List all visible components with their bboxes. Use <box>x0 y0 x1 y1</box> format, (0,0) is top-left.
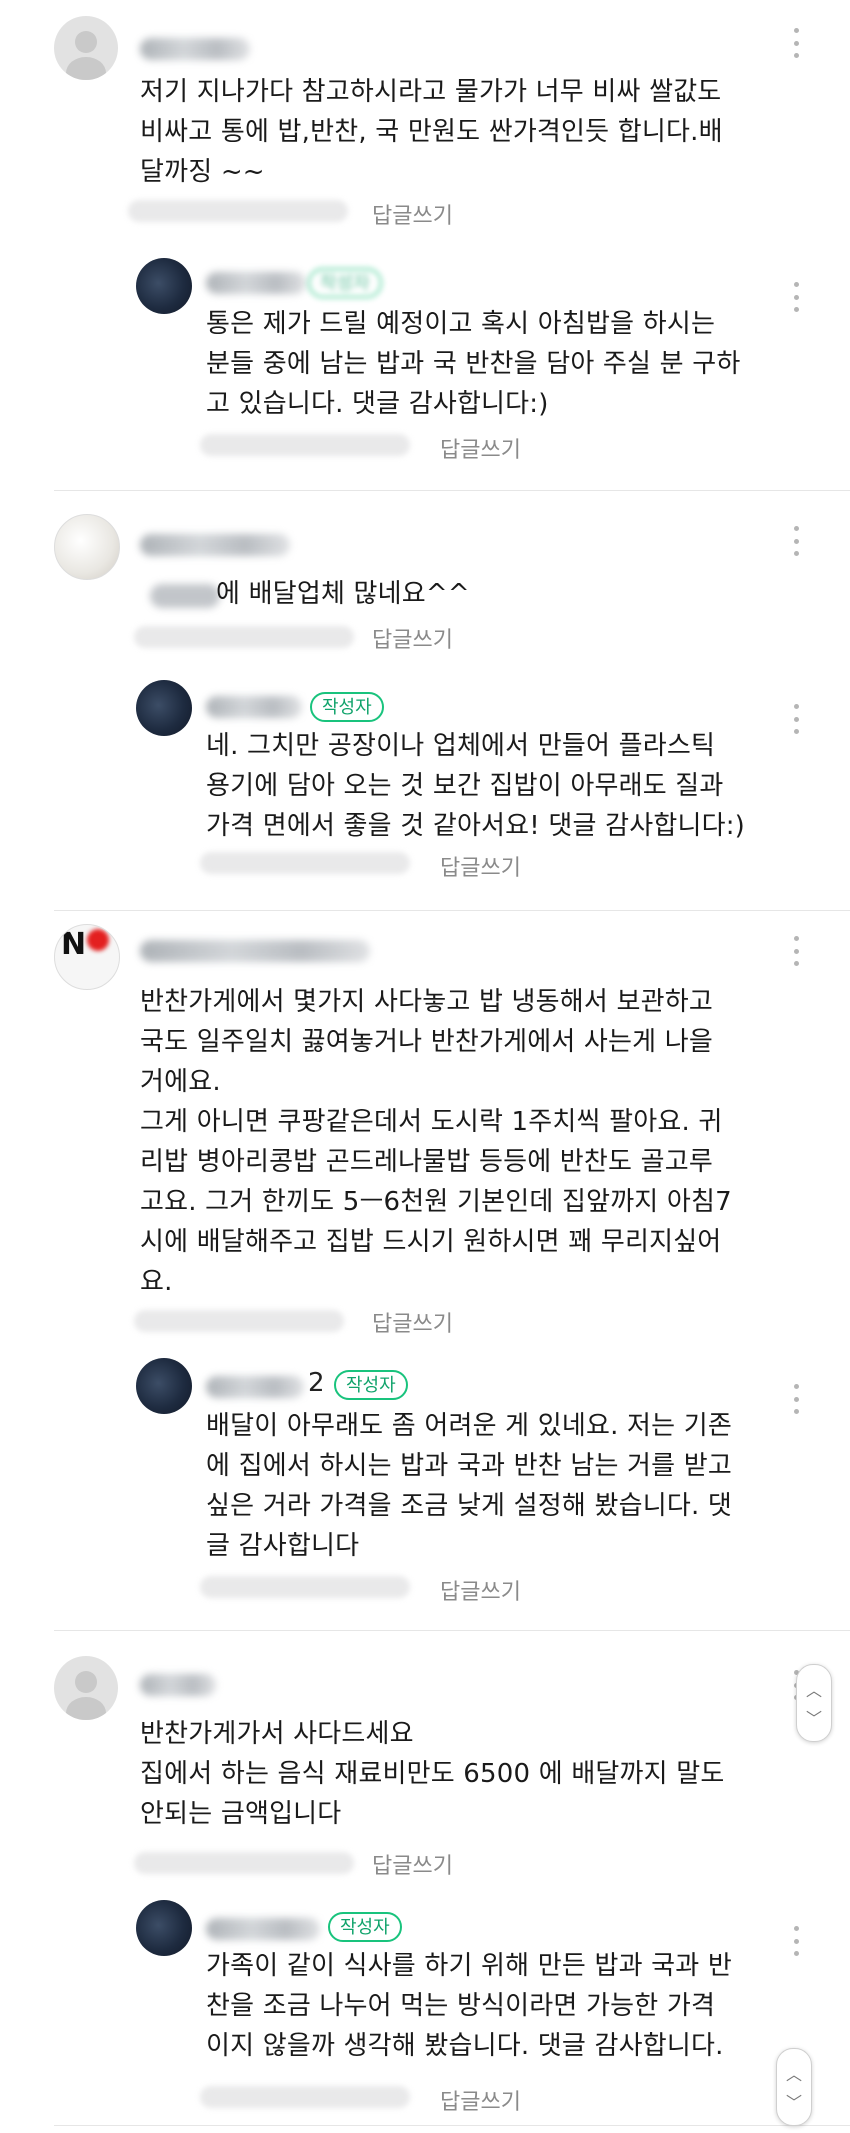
comment-text: 반찬가게가서 사다드세요 집에서 하는 음식 재료비만도 6500 에 배달까지… <box>140 1719 725 1829</box>
reply-timestamp <box>200 1576 410 1598</box>
chevron-up-icon[interactable]: ︿ <box>777 2061 811 2085</box>
comment-thread: 에 배달업체 많네요^^ 답글쓰기 작성자 네. 그치만 공장이나 업체에서 만… <box>0 490 850 910</box>
chevron-up-icon[interactable]: ︿ <box>797 1677 831 1701</box>
commenter-name[interactable] <box>206 272 306 294</box>
reply-text: 네. 그치만 공장이나 업체에서 만들어 플라스틱 용기에 담아 오는 것 보간… <box>206 731 745 841</box>
reply-button[interactable]: 답글쓰기 <box>440 432 521 464</box>
comment-timestamp <box>134 1310 344 1332</box>
reply-button[interactable]: 답글쓰기 <box>440 850 521 882</box>
chevron-down-icon[interactable]: ﹀ <box>797 1705 831 1729</box>
reply-text: 통은 제가 드릴 예정이고 혹시 아침밥을 하시는 분들 중에 남는 밥과 국 … <box>206 309 741 419</box>
commenter-name[interactable] <box>140 940 370 962</box>
author-badge: 작성자 <box>328 1912 402 1942</box>
avatar[interactable] <box>136 1358 192 1414</box>
commenter-name[interactable] <box>140 1674 216 1696</box>
comment-text: 에 배달업체 많네요^^ <box>216 579 470 609</box>
reply-text: 배달이 아무래도 좀 어려운 게 있네요. 저는 기존 에 집에서 하시는 밥과… <box>206 1411 732 1561</box>
commenter-name[interactable] <box>206 1376 304 1398</box>
blurred-text <box>150 584 220 608</box>
avatar[interactable] <box>136 680 192 736</box>
commenter-name[interactable] <box>140 534 290 556</box>
reply-button[interactable]: 답글쓰기 <box>372 622 453 654</box>
commenter-name-suffix: 2 <box>308 1368 325 1398</box>
reply-timestamp <box>200 852 410 874</box>
reply-timestamp <box>200 2086 410 2108</box>
comment-text: 반찬가게에서 몇가지 사다놓고 밥 냉동해서 보관하고 국도 일주일치 끓여놓거… <box>140 987 732 1297</box>
comment-thread: 반찬가게가서 사다드세요 집에서 하는 음식 재료비만도 6500 에 배달까지… <box>0 1630 850 2120</box>
divider <box>54 2125 850 2126</box>
comment-timestamp <box>134 626 354 648</box>
comment-timestamp <box>134 1852 354 1874</box>
more-options-icon[interactable] <box>786 526 806 556</box>
scroll-control[interactable]: ︿ ﹀ <box>776 2048 812 2126</box>
reply-button[interactable]: 답글쓰기 <box>372 1848 453 1880</box>
chevron-down-icon[interactable]: ﹀ <box>777 2089 811 2113</box>
author-badge: 작성자 <box>310 692 384 722</box>
avatar[interactable]: N <box>54 924 120 990</box>
author-badge: 작성자 <box>334 1370 408 1400</box>
commenter-name[interactable] <box>140 38 250 60</box>
avatar[interactable] <box>54 1656 118 1720</box>
reply-timestamp <box>200 434 410 456</box>
comment-thread: 저기 지나가다 참고하시라고 물가가 너무 비싸 쌀값도 비싸고 통에 밥,반찬… <box>0 0 850 490</box>
avatar[interactable] <box>54 514 120 580</box>
reply-button[interactable]: 답글쓰기 <box>372 198 453 230</box>
more-options-icon[interactable] <box>786 936 806 966</box>
avatar[interactable] <box>136 1900 192 1956</box>
commenter-name[interactable] <box>206 696 302 718</box>
avatar[interactable] <box>136 258 192 314</box>
commenter-name[interactable] <box>206 1918 320 1940</box>
comment-thread: N 반찬가게에서 몇가지 사다놓고 밥 냉동해서 보관하고 국도 일주일치 끓여… <box>0 910 850 1630</box>
comment-timestamp <box>128 200 348 222</box>
author-badge: 작성자 <box>308 268 382 298</box>
comment-text: 저기 지나가다 참고하시라고 물가가 너무 비싸 쌀값도 비싸고 통에 밥,반찬… <box>140 77 723 187</box>
reply-button[interactable]: 답글쓰기 <box>372 1306 453 1338</box>
reply-button[interactable]: 답글쓰기 <box>440 1574 521 1606</box>
reply-text: 가족이 같이 식사를 하기 위해 만든 밥과 국과 반 찬을 조금 나누어 먹는… <box>206 1951 732 2061</box>
reply-button[interactable]: 답글쓰기 <box>440 2084 521 2116</box>
scroll-control[interactable]: ︿ ﹀ <box>796 1664 832 1742</box>
more-options-icon[interactable] <box>786 28 806 58</box>
avatar[interactable] <box>54 16 118 80</box>
